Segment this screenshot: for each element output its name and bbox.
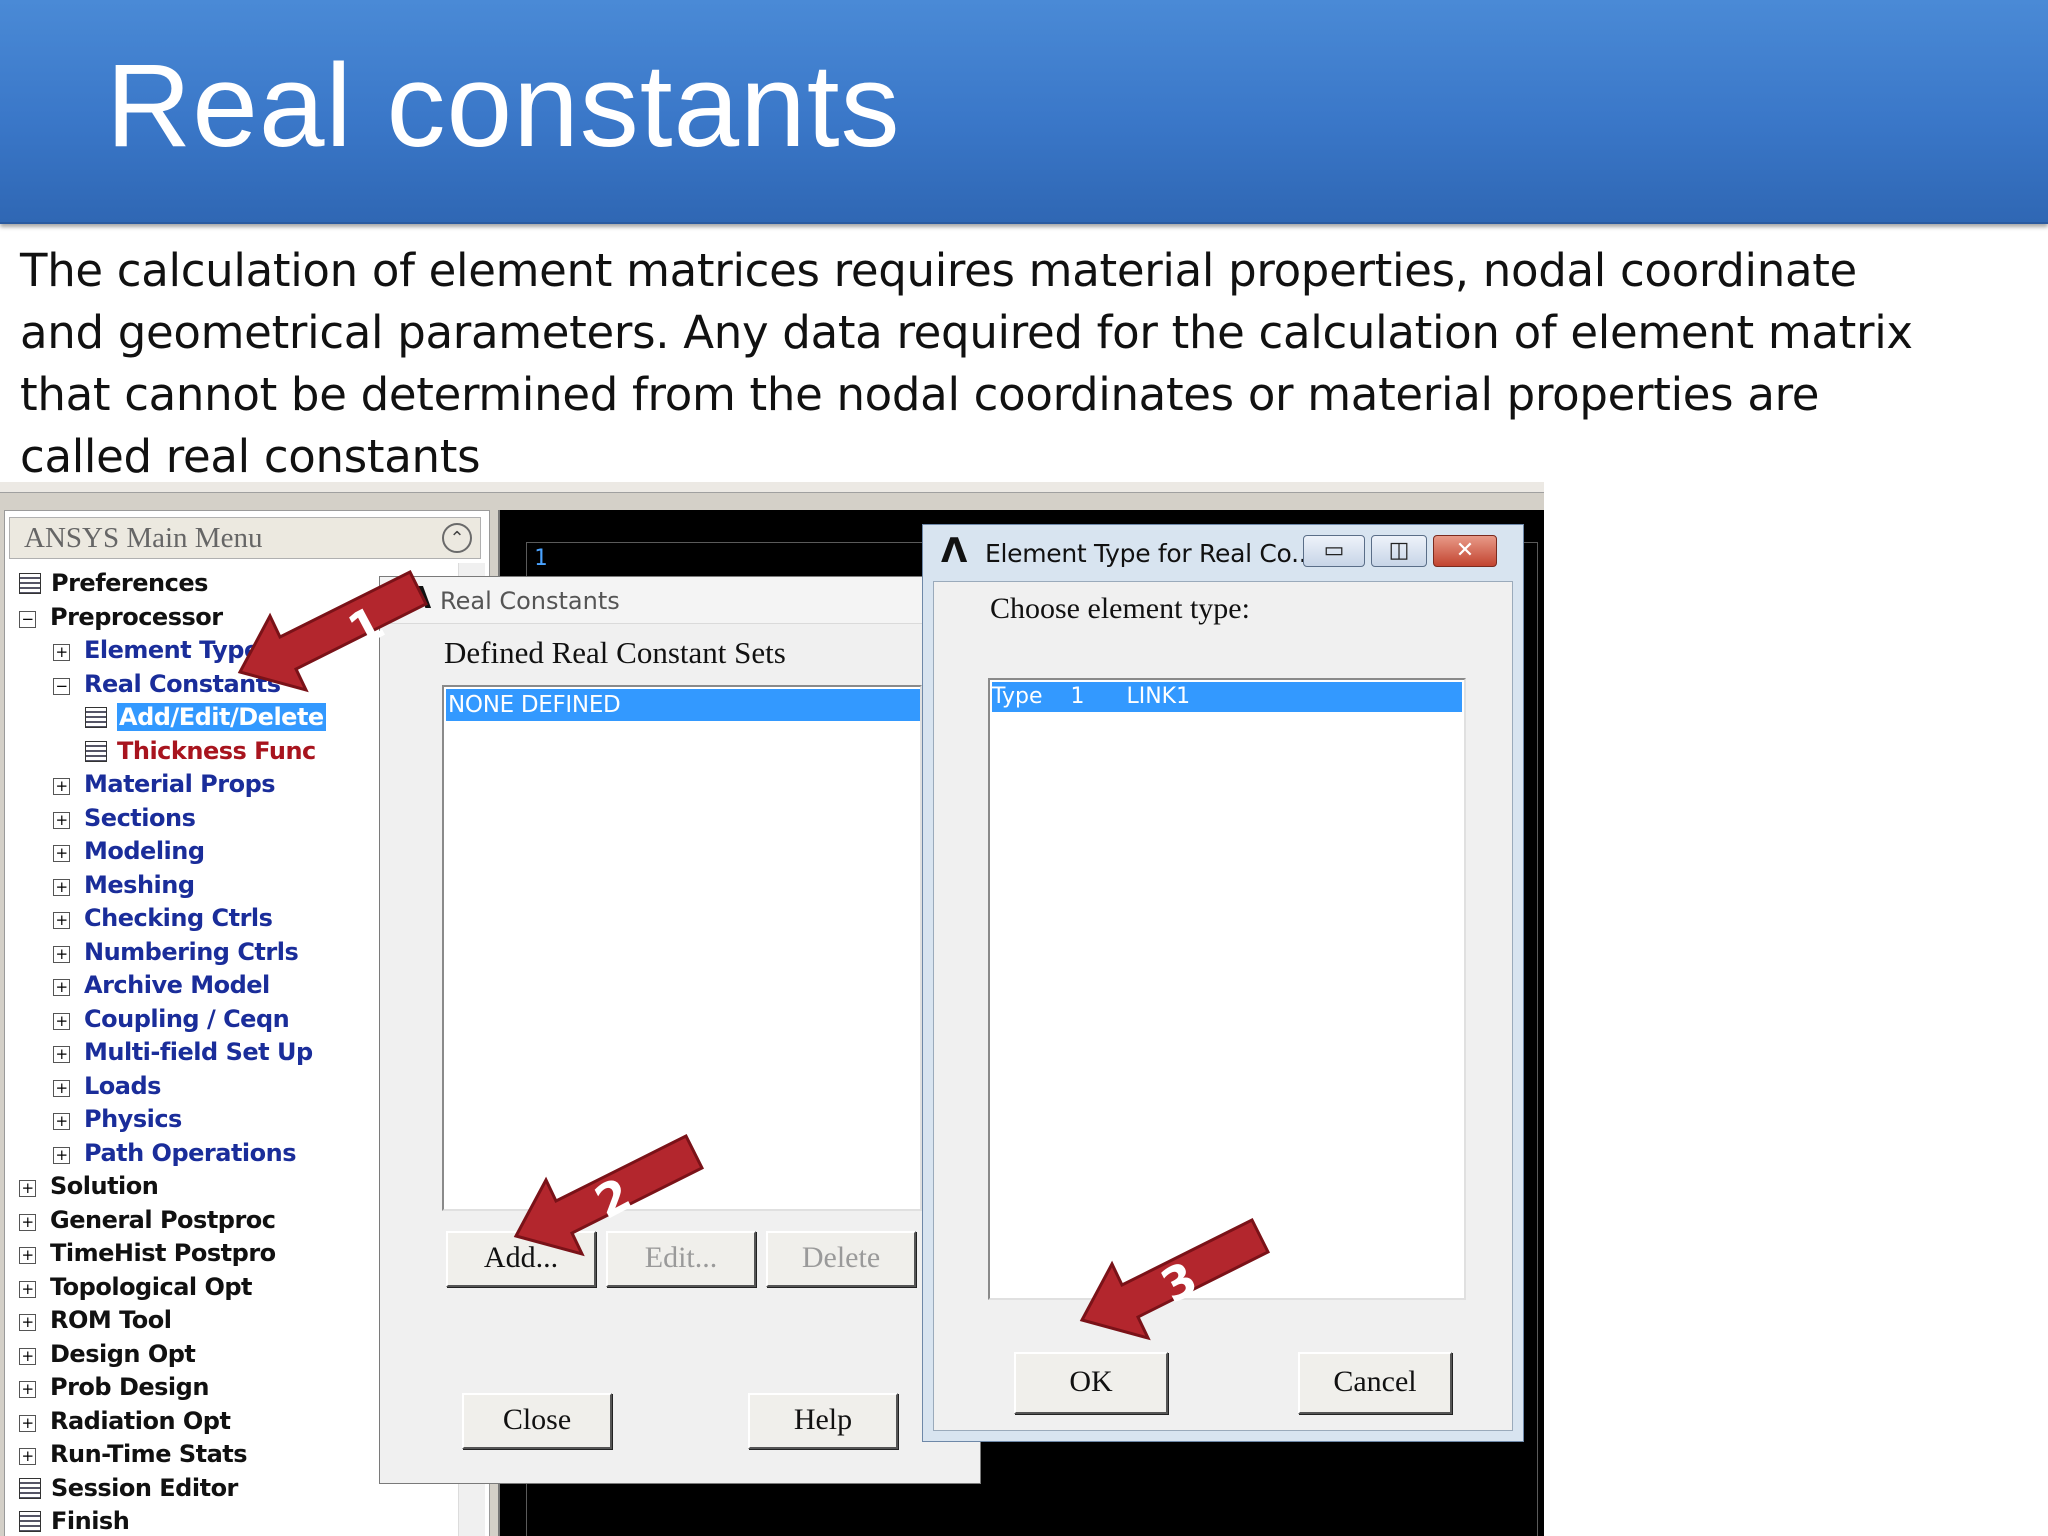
window-top-strip [0,482,1544,493]
menu-item-numbering-ctrls[interactable]: + Numbering Ctrls [53,936,299,968]
menu-item-loads[interactable]: + Loads [53,1070,161,1102]
menu-item-general-postproc[interactable]: + General Postproc [19,1204,276,1236]
menu-item-preprocessor[interactable]: − Preprocessor [19,601,223,633]
menu-item-multi-field-set-up[interactable]: + Multi-field Set Up [53,1036,313,1068]
window-number: 1 [534,546,548,571]
maximize-icon[interactable]: ◫ [1371,535,1427,567]
calculator-icon [19,573,41,594]
real-constants-dialog: Λ Real Constants Defined Real Constant S… [379,576,981,1484]
expand-box-icon[interactable]: + [19,1180,36,1197]
main-menu-header: ANSYS Main Menu ⌃ [9,517,481,559]
annotation-arrow-2: 2 [513,1133,705,1257]
collapse-box-icon[interactable]: − [19,611,36,628]
ansys-logo-icon: Λ [941,531,968,571]
expand-box-icon[interactable]: + [53,1013,70,1030]
slide-title-bar: Real constants [0,0,2048,224]
list-item[interactable]: NONE DEFINED [446,689,920,721]
menu-item-topological-opt[interactable]: + Topological Opt [19,1271,253,1303]
menu-item-add-edit-delete[interactable]: Add/Edit/Delete [85,701,326,733]
menu-item-physics[interactable]: + Physics [53,1103,182,1135]
expand-box-icon[interactable]: + [19,1247,36,1264]
list-item[interactable]: Type 1 LINK1 [992,682,1462,712]
expand-box-icon[interactable]: + [53,644,70,661]
ansys-screenshot: ANSYS Main Menu ⌃ Preferences − Preproces… [0,482,1544,1536]
calculator-icon [19,1478,41,1499]
menu-item-radiation-opt[interactable]: + Radiation Opt [19,1405,231,1437]
menu-item-finish[interactable]: Finish [19,1505,130,1536]
expand-box-icon[interactable]: + [53,1046,70,1063]
menu-item-element-type[interactable]: + Element Type [53,634,260,666]
defined-sets-heading: Defined Real Constant Sets [444,635,786,670]
menu-item-material-props[interactable]: + Material Props [53,768,276,800]
expand-box-icon[interactable]: + [53,778,70,795]
calculator-icon [85,707,107,728]
collapse-icon[interactable]: ⌃ [442,523,472,553]
expand-box-icon[interactable]: + [53,1080,70,1097]
expand-box-icon[interactable]: + [53,879,70,896]
close-button[interactable]: Close [462,1393,612,1449]
annotation-arrow-3: 3 [1079,1217,1271,1341]
annotation-arrow-1: 1 [237,569,429,693]
expand-box-icon[interactable]: + [19,1214,36,1231]
ok-button[interactable]: OK [1014,1352,1168,1414]
real-constants-titlebar[interactable]: Λ Real Constants [380,577,980,624]
expand-box-icon[interactable]: + [19,1448,36,1465]
expand-box-icon[interactable]: + [53,1147,70,1164]
expand-box-icon[interactable]: + [19,1381,36,1398]
expand-box-icon[interactable]: + [19,1348,36,1365]
menu-item-meshing[interactable]: + Meshing [53,869,195,901]
main-menu-title: ANSYS Main Menu [24,522,263,554]
minimize-icon[interactable]: ▭ [1303,535,1365,567]
expand-box-icon[interactable]: + [19,1415,36,1432]
cancel-button[interactable]: Cancel [1298,1352,1452,1414]
expand-box-icon[interactable]: + [53,912,70,929]
choose-element-type-label: Choose element type: [990,592,1250,625]
menu-item-coupling-ceqn[interactable]: + Coupling / Ceqn [53,1003,290,1035]
expand-box-icon[interactable]: + [53,946,70,963]
menu-item-modeling[interactable]: + Modeling [53,835,205,867]
calculator-icon [85,741,107,762]
menu-item-timehist-postpro[interactable]: + TimeHist Postpro [19,1237,276,1269]
menu-item-run-time-stats[interactable]: + Run-Time Stats [19,1438,248,1470]
menu-item-design-opt[interactable]: + Design Opt [19,1338,196,1370]
collapse-box-icon[interactable]: − [53,678,70,695]
menu-item-sections[interactable]: + Sections [53,802,196,834]
menu-item-path-operations[interactable]: + Path Operations [53,1137,297,1169]
menu-item-rom-tool[interactable]: + ROM Tool [19,1304,172,1336]
expand-box-icon[interactable]: + [53,845,70,862]
menu-item-solution[interactable]: + Solution [19,1170,159,1202]
help-button[interactable]: Help [748,1393,898,1449]
real-constants-title: Real Constants [440,587,620,615]
menu-item-prob-design[interactable]: + Prob Design [19,1371,209,1403]
menu-item-checking-ctrls[interactable]: + Checking Ctrls [53,902,273,934]
element-type-list[interactable]: Type 1 LINK1 [988,678,1466,1300]
expand-box-icon[interactable]: + [53,979,70,996]
expand-box-icon[interactable]: + [19,1314,36,1331]
calculator-icon [19,1511,41,1532]
expand-box-icon[interactable]: + [19,1281,36,1298]
close-icon[interactable]: ✕ [1433,535,1497,567]
expand-box-icon[interactable]: + [53,812,70,829]
delete-button[interactable]: Delete [766,1231,916,1287]
element-type-title: Element Type for Real Co... [985,539,1315,568]
menu-item-thickness-func[interactable]: Thickness Func [85,735,316,767]
slide-body-text: The calculation of element matrices requ… [20,244,1913,483]
menu-item-session-editor[interactable]: Session Editor [19,1472,238,1504]
expand-box-icon[interactable]: + [53,1113,70,1130]
slide-title: Real constants [106,40,901,172]
menu-item-preferences[interactable]: Preferences [19,567,208,599]
menu-item-archive-model[interactable]: + Archive Model [53,969,270,1001]
